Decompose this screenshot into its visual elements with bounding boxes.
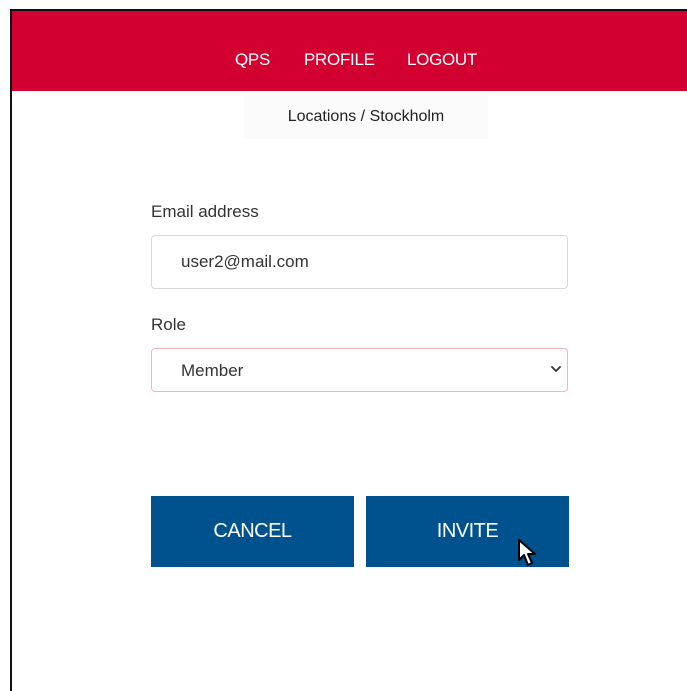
email-label: Email address	[151, 202, 259, 221]
breadcrumb: Locations / Stockholm	[244, 95, 488, 139]
top-nav-bar: QPS PROFILE LOGOUT	[12, 11, 687, 91]
email-field[interactable]: user2@mail.com	[151, 235, 568, 289]
role-select[interactable]: Member	[151, 348, 568, 392]
cancel-button[interactable]: CANCEL	[151, 496, 354, 567]
nav-item-profile[interactable]: PROFILE	[304, 50, 375, 70]
nav-item-logout[interactable]: LOGOUT	[407, 50, 477, 70]
chevron-down-icon	[551, 366, 561, 372]
role-label: Role	[151, 315, 186, 334]
nav-item-qps[interactable]: QPS	[235, 50, 270, 70]
mouse-cursor-icon	[518, 539, 536, 566]
role-selected-value: Member	[181, 361, 244, 380]
